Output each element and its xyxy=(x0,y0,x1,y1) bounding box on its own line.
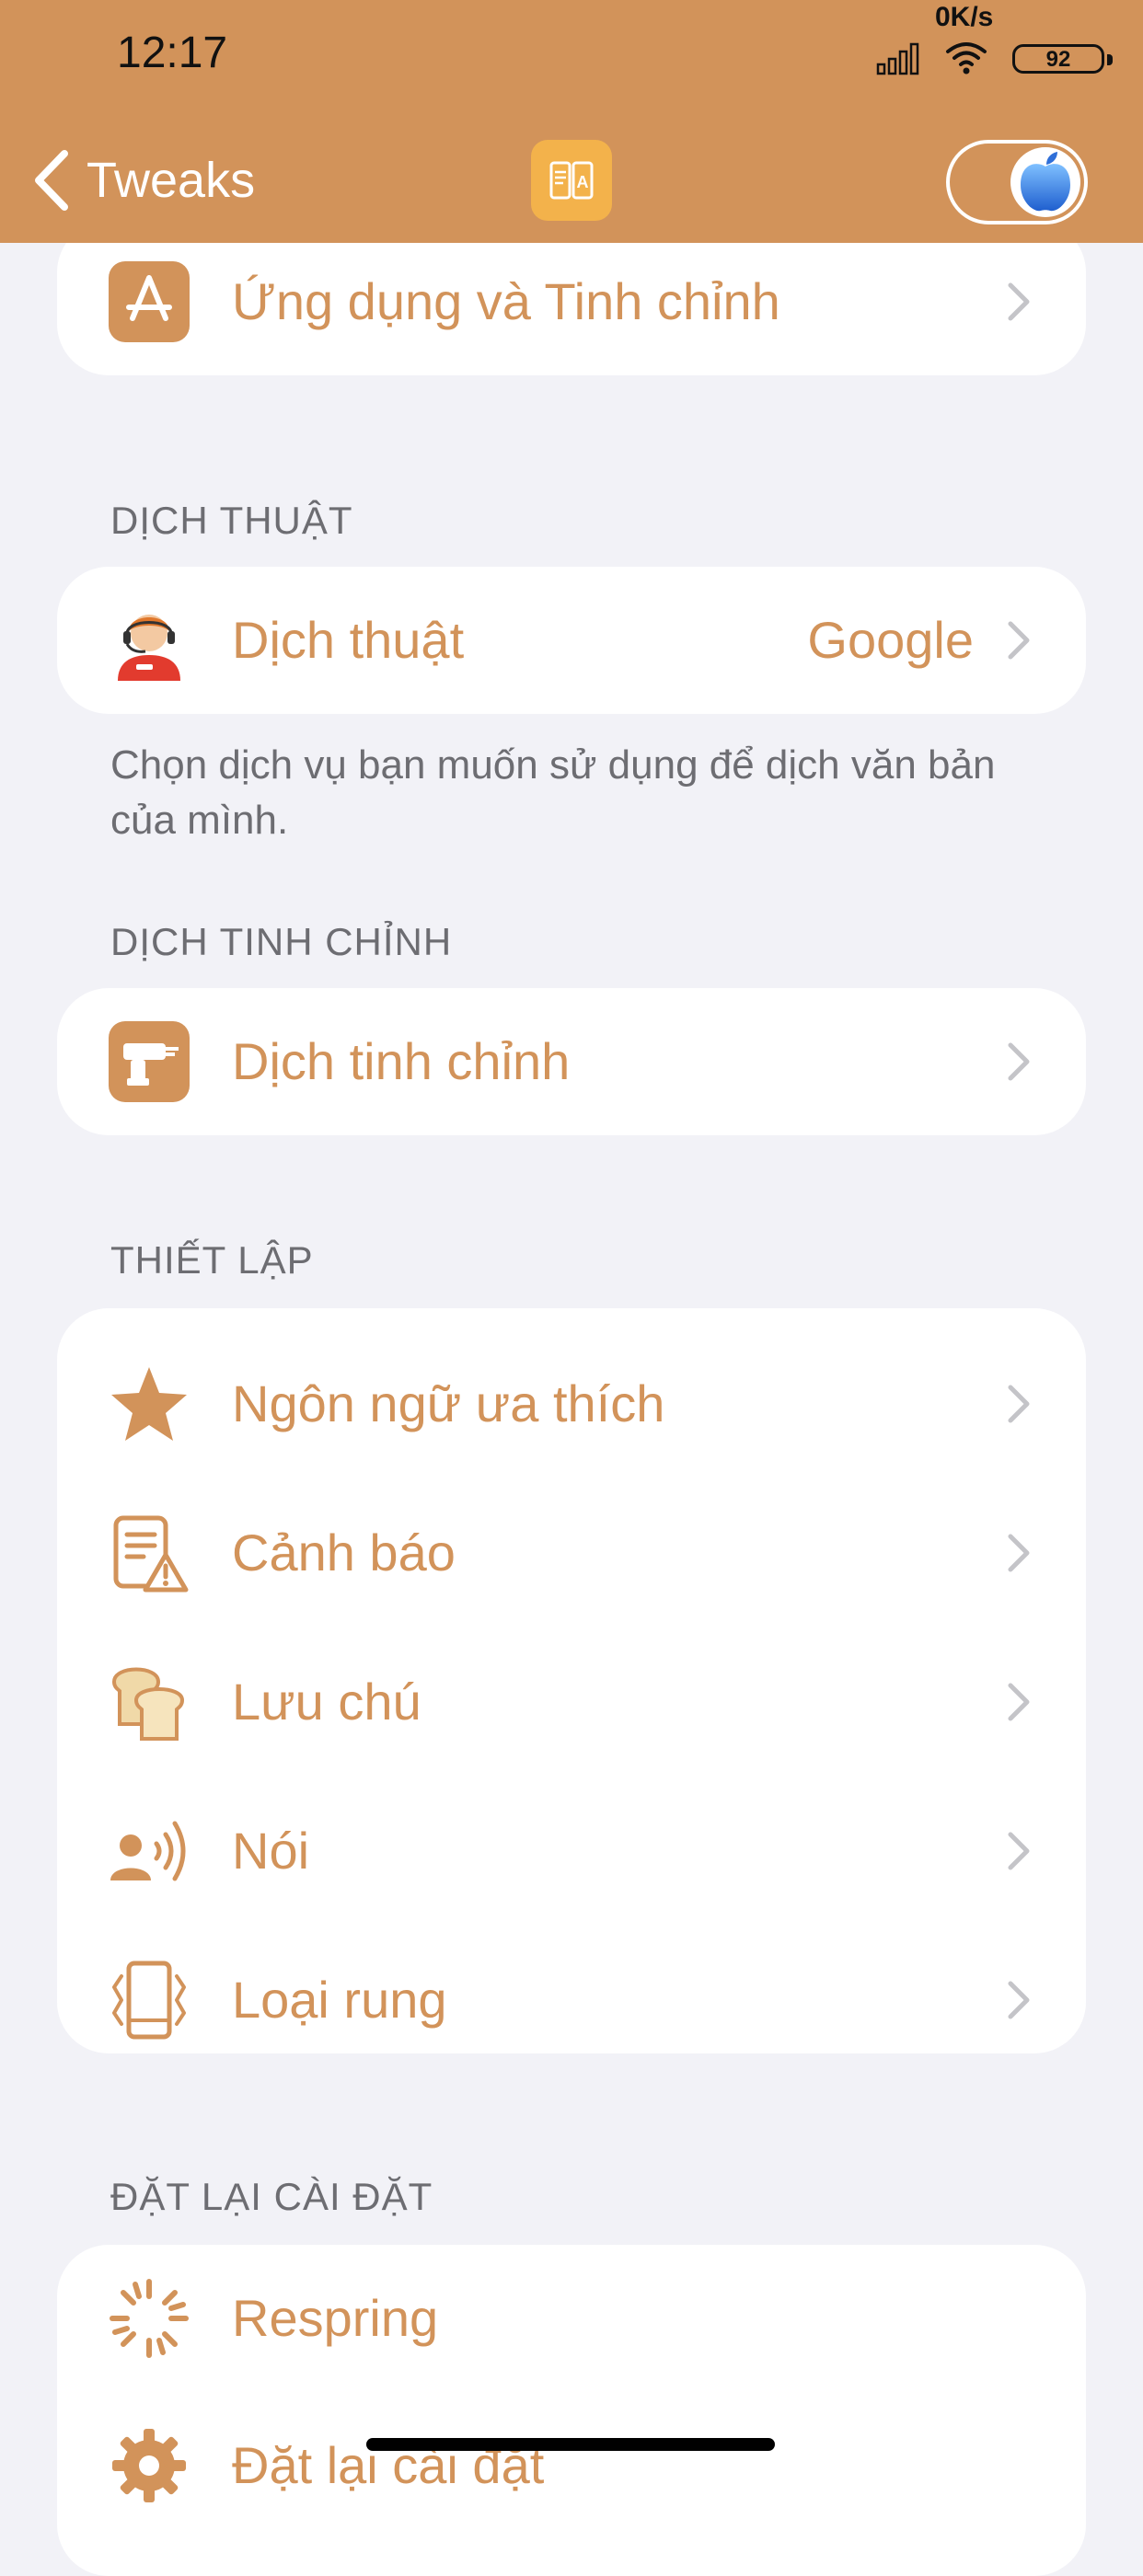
notes-label: Lưu chú xyxy=(232,1673,421,1731)
battery-level: 92 xyxy=(1012,44,1104,74)
translate-tweaks-row[interactable]: Dịch tinh chỉnh xyxy=(57,988,1086,1135)
bread-icon xyxy=(109,1662,190,1742)
respring-row[interactable]: Respring xyxy=(57,2245,1086,2392)
vibration-phone-icon xyxy=(109,1960,190,2041)
translation-section-header: DỊCH THUẬT xyxy=(110,499,353,542)
back-button[interactable]: Tweaks xyxy=(33,147,255,213)
app-store-icon xyxy=(109,261,190,342)
speak-row[interactable]: Nói xyxy=(57,1777,1086,1925)
translation-service-row[interactable]: Dịch thuật Google xyxy=(57,567,1086,714)
translate-tweaks-label: Dịch tinh chỉnh xyxy=(232,1032,571,1090)
apps-and-tweaks-row[interactable]: Ứng dụng và Tinh chỉnh xyxy=(57,228,1086,375)
star-icon xyxy=(109,1363,190,1444)
navigation-bar: 12:17 0K/s 92 Tweaks A xyxy=(0,0,1143,243)
reset-card: Respring Đặt lại cài đặt xyxy=(57,2245,1086,2576)
chevron-right-icon xyxy=(1008,1534,1030,1572)
preferred-language-label: Ngôn ngữ ưa thích xyxy=(232,1374,665,1432)
vibration-type-label: Loại rung xyxy=(232,1971,447,2029)
notes-row[interactable]: Lưu chú xyxy=(57,1628,1086,1776)
translation-footer-note: Chọn dịch vụ bạn muốn sử dụng để dịch vă… xyxy=(110,742,996,843)
chevron-right-icon xyxy=(1008,282,1030,321)
translation-service-value: Google xyxy=(807,611,974,669)
chevron-right-icon xyxy=(1008,1042,1030,1081)
chevron-right-icon xyxy=(1008,1683,1030,1721)
chevron-right-icon xyxy=(1008,1832,1030,1870)
apps-and-tweaks-label: Ứng dụng và Tinh chỉnh xyxy=(232,272,780,330)
settings-section-header: THIẾT LẬP xyxy=(110,1238,314,1282)
speaking-person-icon xyxy=(109,1811,190,1892)
battery-indicator: 92 xyxy=(1012,44,1115,77)
chevron-left-icon xyxy=(35,150,68,211)
apple-logo-icon xyxy=(1010,147,1080,217)
svg-text:A: A xyxy=(577,173,589,191)
reset-settings-label: Đặt lại cài đặt xyxy=(232,2436,545,2494)
preferred-language-row[interactable]: Ngôn ngữ ưa thích xyxy=(57,1330,1086,1478)
back-label: Tweaks xyxy=(87,153,256,208)
warnings-row[interactable]: Cảnh báo xyxy=(57,1479,1086,1627)
signal-icon xyxy=(876,42,919,75)
settings-card: Ngôn ngữ ưa thích Cảnh báo Lưu chú Nói L… xyxy=(57,1308,1086,2053)
wifi-icon xyxy=(946,42,987,75)
vibration-type-row[interactable]: Loại rung xyxy=(57,1926,1086,2074)
gear-icon xyxy=(109,2425,190,2506)
home-indicator xyxy=(366,2438,775,2451)
apps-tweaks-card: Ứng dụng và Tinh chỉnh xyxy=(57,221,1086,375)
respring-label: Respring xyxy=(232,2289,439,2347)
reset-section-header: ĐẶT LẠI CÀI ĐẶT xyxy=(110,2175,433,2218)
warning-document-icon xyxy=(109,1512,190,1593)
support-agent-icon xyxy=(109,600,190,681)
status-time: 12:17 xyxy=(117,29,228,77)
speak-label: Nói xyxy=(232,1822,310,1880)
translate-app-icon[interactable]: A xyxy=(531,140,612,221)
chevron-right-icon xyxy=(1008,621,1030,660)
translation-label: Dịch thuật xyxy=(232,611,465,669)
network-speed: 0K/s xyxy=(935,2,994,32)
loading-spinner-icon xyxy=(109,2278,190,2359)
chevron-right-icon xyxy=(1008,1981,1030,2019)
translate-tweaks-section-header: DỊCH TINH CHỈNH xyxy=(110,920,453,963)
drill-icon xyxy=(109,1021,190,1102)
translate-tweaks-card: Dịch tinh chỉnh xyxy=(57,988,1086,1135)
chevron-right-icon xyxy=(1008,1385,1030,1423)
apple-toggle-switch[interactable] xyxy=(946,140,1088,224)
warnings-label: Cảnh báo xyxy=(232,1524,456,1581)
translation-card: Dịch thuật Google xyxy=(57,567,1086,714)
reset-settings-row[interactable]: Đặt lại cài đặt xyxy=(57,2392,1086,2539)
